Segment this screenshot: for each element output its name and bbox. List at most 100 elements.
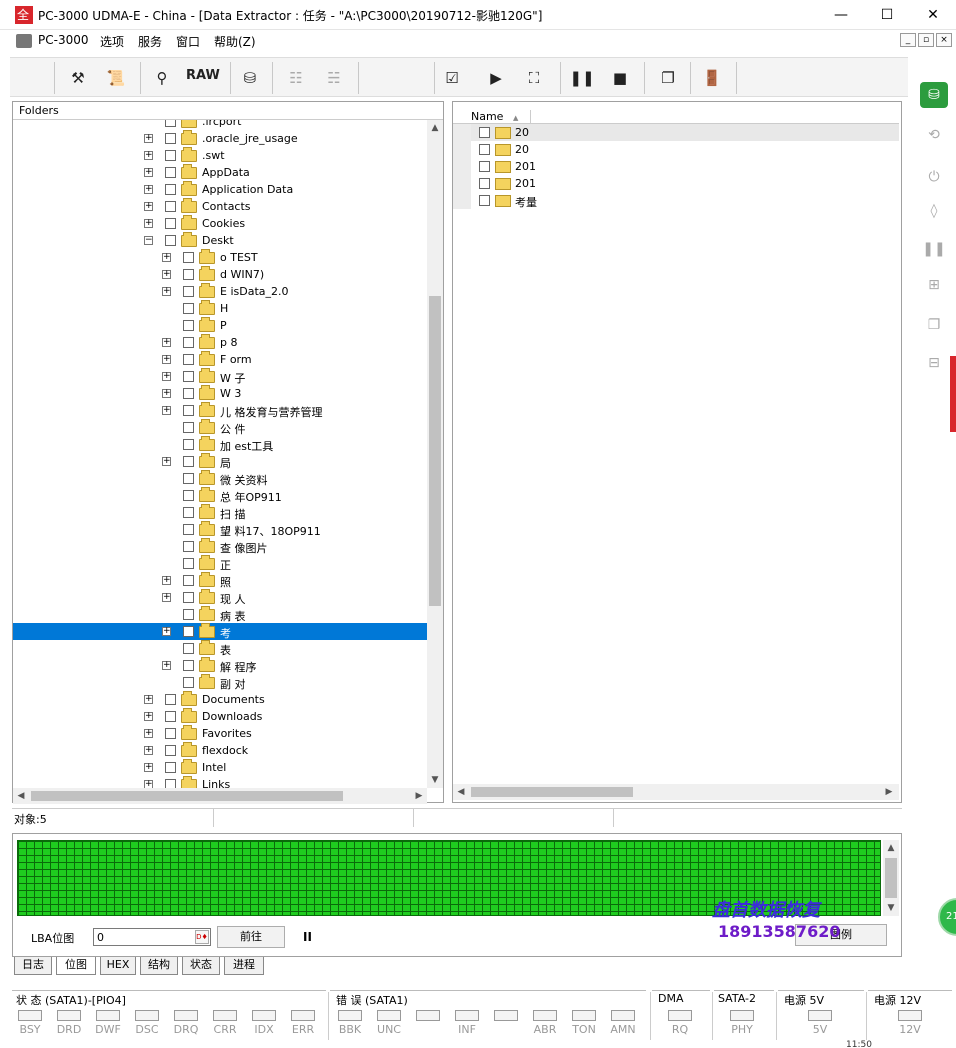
tree-checkbox[interactable] — [183, 388, 194, 399]
exit-icon[interactable]: 🚪 — [698, 66, 726, 90]
expand-icon[interactable]: + — [162, 287, 171, 296]
expand-icon[interactable]: + — [162, 338, 171, 347]
expand-icon[interactable]: + — [162, 593, 171, 602]
file-row[interactable]: 考量 — [453, 192, 899, 209]
tree-row[interactable]: + E isData_2.0 — [13, 283, 427, 300]
files-hscrollbar[interactable]: ◀ ▶ — [453, 784, 899, 800]
tab-structure[interactable]: 结构 — [140, 957, 178, 975]
folders-vscroll-thumb[interactable] — [429, 296, 441, 606]
tree-checkbox[interactable] — [165, 201, 176, 212]
tab-status[interactable]: 状态 — [182, 957, 220, 975]
bitmap-pause-icon[interactable]: II — [303, 930, 312, 944]
folders-vscrollbar[interactable]: ▲ ▼ — [427, 120, 443, 788]
tree-row[interactable]: + o TEST — [13, 249, 427, 266]
tree-icon[interactable]: ☷ — [282, 66, 310, 90]
goto-button[interactable]: 前往 — [217, 926, 285, 948]
disk-icon[interactable]: ⛁ — [236, 66, 264, 90]
tab-bitmap[interactable]: 位图 — [56, 957, 96, 975]
menu-pc3000[interactable]: PC-3000 — [38, 33, 88, 47]
expand-icon[interactable]: + — [144, 219, 153, 228]
file-row[interactable]: 201 — [453, 175, 899, 192]
tree-checkbox[interactable] — [183, 371, 194, 382]
scroll-left-icon[interactable]: ◀ — [453, 784, 469, 800]
tree-checkbox[interactable] — [183, 541, 194, 552]
tree-checkbox[interactable] — [183, 422, 194, 433]
tree-flow-icon[interactable]: ⛶ — [520, 66, 548, 90]
mdi-doc-icon[interactable] — [16, 34, 32, 48]
tree-checkbox[interactable] — [183, 286, 194, 297]
tree-checkbox[interactable] — [183, 609, 194, 620]
tree-checkbox[interactable] — [183, 660, 194, 671]
expand-icon[interactable]: + — [162, 270, 171, 279]
layers-icon[interactable]: ❐ — [920, 312, 948, 338]
tree-checkbox[interactable] — [183, 405, 194, 416]
tree-row[interactable]: + 解 程序 — [13, 657, 427, 674]
tree-checkbox[interactable] — [183, 269, 194, 280]
tree-row[interactable]: 表 — [13, 640, 427, 657]
tree-row[interactable]: + 现 人 — [13, 589, 427, 606]
tree-row[interactable]: − Deskt — [13, 232, 427, 249]
tree-row[interactable]: + 考 — [13, 623, 427, 640]
tree-checkbox[interactable] — [165, 694, 176, 705]
tree-row[interactable]: + Downloads — [13, 708, 427, 725]
tree-checkbox[interactable] — [183, 507, 194, 518]
tree-checkbox[interactable] — [165, 184, 176, 195]
expand-icon[interactable]: + — [162, 355, 171, 364]
expand-icon[interactable]: + — [162, 406, 171, 415]
tree-row[interactable]: 正 — [13, 555, 427, 572]
tree-row[interactable]: + Links — [13, 776, 427, 788]
scroll-right-icon[interactable]: ▶ — [411, 788, 427, 804]
tree-checkbox[interactable] — [165, 150, 176, 161]
tree-row[interactable]: + flexdock — [13, 742, 427, 759]
tree-row[interactable]: .ircport — [13, 120, 427, 130]
tree-checkbox[interactable] — [183, 626, 194, 637]
tree-checkbox[interactable] — [165, 235, 176, 246]
menu-options[interactable]: 选项 — [100, 33, 124, 50]
tree-row[interactable]: + F orm — [13, 351, 427, 368]
copy-icon[interactable]: ❐ — [654, 66, 682, 90]
tree-map-icon[interactable]: ☵ — [320, 66, 348, 90]
tree-row[interactable]: P — [13, 317, 427, 334]
file-checkbox[interactable] — [479, 161, 490, 172]
expand-icon[interactable]: + — [162, 389, 171, 398]
tree-row[interactable]: + Intel — [13, 759, 427, 776]
tree-checkbox[interactable] — [183, 354, 194, 365]
tree-row[interactable]: 病 表 — [13, 606, 427, 623]
file-checkbox[interactable] — [479, 178, 490, 189]
tab-process[interactable]: 进程 — [224, 957, 264, 975]
menu-window[interactable]: 窗口 — [176, 33, 200, 50]
scroll-icon[interactable]: 📜 — [102, 66, 130, 90]
tree-checkbox[interactable] — [183, 303, 194, 314]
expand-icon[interactable]: + — [144, 168, 153, 177]
column-name[interactable]: Name ▲ — [471, 110, 531, 123]
tree-checkbox[interactable] — [183, 252, 194, 263]
menu-help[interactable]: 帮助(Z) — [214, 33, 256, 50]
expand-icon[interactable]: + — [162, 253, 171, 262]
tree-row[interactable]: 望 料17、18OP911 — [13, 521, 427, 538]
tree-row[interactable]: 扫 描 — [13, 504, 427, 521]
pause-icon[interactable]: ❚❚ — [568, 66, 596, 90]
tree-row[interactable]: + .oracle_jre_usage — [13, 130, 427, 147]
file-row[interactable]: 20 — [453, 141, 899, 158]
scroll-down-icon[interactable]: ▼ — [883, 900, 899, 916]
tree-row[interactable]: + 照 — [13, 572, 427, 589]
expand-icon[interactable]: + — [144, 763, 153, 772]
tree-row[interactable]: 微 关资料 — [13, 470, 427, 487]
tree-checkbox[interactable] — [183, 456, 194, 467]
tree-row[interactable]: + Cookies — [13, 215, 427, 232]
mdi-minimize-button[interactable]: _ — [900, 33, 916, 47]
tree-row[interactable]: + Documents — [13, 691, 427, 708]
check-icon[interactable]: ☑ — [438, 66, 466, 90]
binoculars-icon[interactable]: ⚲ — [148, 66, 176, 90]
connector-icon[interactable]: ⊟ — [920, 350, 948, 376]
tree-checkbox[interactable] — [183, 558, 194, 569]
scroll-right-icon[interactable]: ▶ — [881, 784, 897, 800]
tree-row[interactable]: 公 件 — [13, 419, 427, 436]
signal-icon[interactable]: ◊ — [920, 198, 948, 224]
expand-icon[interactable]: + — [144, 780, 153, 788]
tree-checkbox[interactable] — [183, 643, 194, 654]
tree-checkbox[interactable] — [183, 677, 194, 688]
lba-format-button[interactable]: D♦ — [195, 930, 209, 944]
expand-icon[interactable]: + — [144, 202, 153, 211]
expand-icon[interactable]: + — [144, 185, 153, 194]
